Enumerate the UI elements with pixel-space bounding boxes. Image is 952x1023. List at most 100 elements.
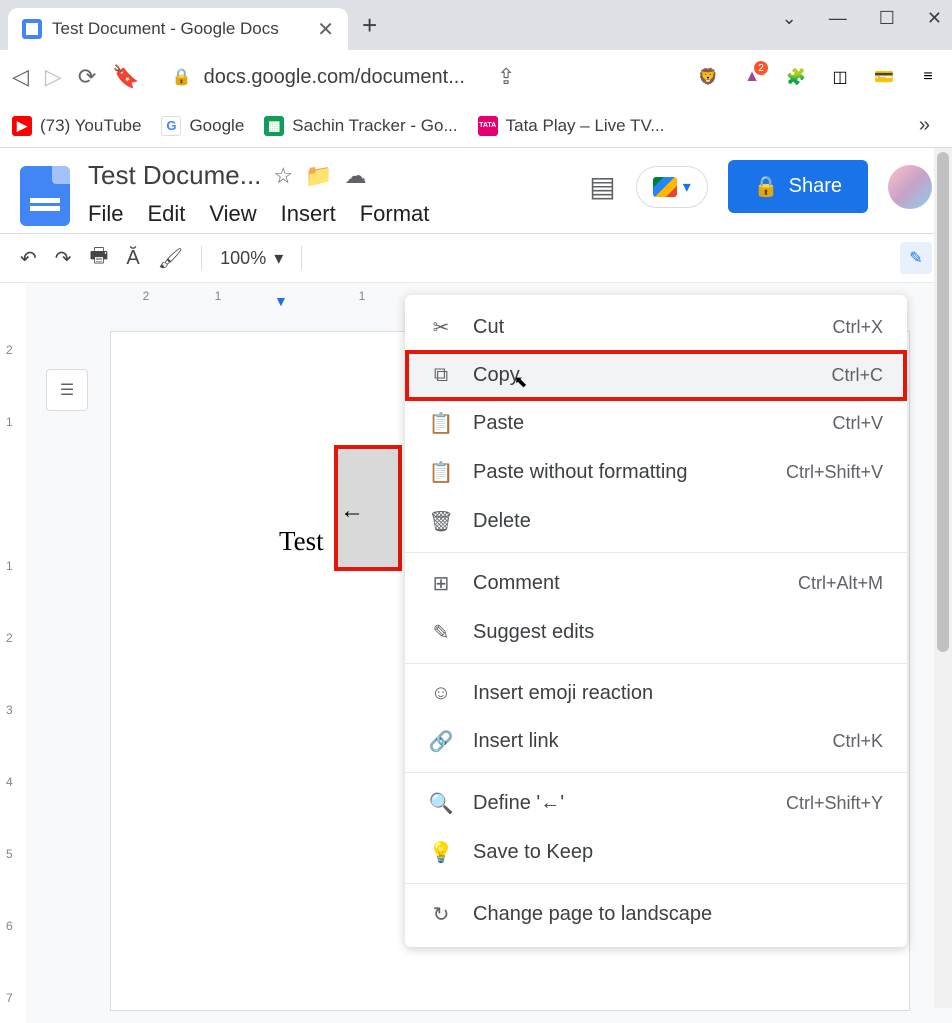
extensions-icon[interactable]: 🧩 bbox=[784, 65, 808, 89]
context-menu-item-cut[interactable]: ✂CutCtrl+X bbox=[405, 303, 907, 352]
context-menu-label: Paste bbox=[473, 412, 812, 435]
vertical-ruler[interactable]: 2 1 1 2 3 4 5 6 7 bbox=[0, 283, 26, 1023]
bookmarks-overflow-icon[interactable]: » bbox=[919, 114, 930, 137]
cloud-status-icon[interactable]: ☁ bbox=[345, 163, 367, 189]
bookmark-google[interactable]: G Google bbox=[161, 116, 244, 136]
side-panel-icon[interactable]: ◫ bbox=[828, 65, 852, 89]
context-menu-item-insert-emoji-reaction[interactable]: ☺ Insert emoji reaction bbox=[405, 670, 907, 717]
context-menu-shortcut: Ctrl+Alt+M bbox=[798, 573, 883, 594]
copy-icon: ⧉ bbox=[429, 364, 453, 387]
context-menu-label: Insert emoji reaction bbox=[473, 682, 863, 705]
undo-icon[interactable]: ↶ bbox=[20, 246, 37, 271]
toolbar: ↶ ↷ 🖶 Ă 🖌 100% ▾ ✎ bbox=[0, 233, 952, 283]
context-menu-label: Change page to landscape bbox=[473, 903, 863, 926]
new-tab-button[interactable]: + bbox=[362, 10, 377, 41]
window-controls: ⌄ — ☐ ✕ bbox=[782, 8, 942, 29]
tab-title: Test Document - Google Docs bbox=[52, 19, 307, 39]
context-menu-item-copy[interactable]: ⧉CopyCtrl+C bbox=[405, 350, 907, 401]
docs-logo-icon[interactable] bbox=[20, 166, 70, 226]
tata-icon: TATA bbox=[478, 116, 498, 136]
maximize-icon[interactable]: ☐ bbox=[879, 8, 895, 29]
context-menu-shortcut: Ctrl+Shift+Y bbox=[786, 793, 883, 814]
context-menu-item-paste[interactable]: 📋 Paste Ctrl+V bbox=[405, 399, 907, 448]
indent-marker-icon[interactable]: ▼ bbox=[274, 293, 288, 309]
zoom-value: 100% bbox=[220, 248, 266, 269]
separator bbox=[405, 883, 907, 884]
save-to-keep-icon: 💡 bbox=[429, 840, 453, 865]
document-text[interactable]: Test bbox=[279, 526, 324, 557]
paint-format-icon[interactable]: 🖌 bbox=[158, 246, 183, 271]
brave-rewards-icon[interactable]: ▲ bbox=[740, 65, 764, 89]
comment-icon: ⊞ bbox=[429, 571, 453, 596]
suggest-edits-icon: ✎ bbox=[429, 620, 453, 645]
share-button[interactable]: 🔒 Share bbox=[728, 160, 868, 213]
reload-button[interactable]: ⟳ bbox=[78, 64, 96, 90]
insert-emoji-reaction-icon: ☺ bbox=[429, 682, 453, 705]
horizontal-ruler[interactable]: 2 1 1 ▼ bbox=[110, 283, 398, 309]
paste-icon: 📋 bbox=[429, 411, 453, 436]
browser-chrome: Test Document - Google Docs ✕ + ⌄ — ☐ ✕ … bbox=[0, 0, 952, 148]
account-avatar[interactable] bbox=[888, 165, 932, 209]
context-menu-label: Delete bbox=[473, 510, 863, 533]
context-menu-item-delete[interactable]: 🗑 Delete bbox=[405, 497, 907, 546]
bookmark-youtube[interactable]: ▶ (73) YouTube bbox=[12, 116, 141, 136]
context-menu-label: Comment bbox=[473, 572, 778, 595]
menu-edit[interactable]: Edit bbox=[147, 201, 185, 227]
bookmark-tata[interactable]: TATA Tata Play – Live TV... bbox=[478, 116, 665, 136]
menu-insert[interactable]: Insert bbox=[281, 201, 336, 227]
separator bbox=[201, 246, 202, 270]
redo-icon[interactable]: ↷ bbox=[55, 246, 72, 271]
menu-format[interactable]: Format bbox=[360, 201, 430, 227]
context-menu-shortcut: Ctrl+X bbox=[832, 317, 883, 338]
context-menu-item-define-[interactable]: 🔍Define '←'Ctrl+Shift+Y bbox=[405, 779, 907, 828]
editing-mode-icon[interactable]: ✎ bbox=[900, 242, 932, 274]
change-page-to-landscape-icon: ↻ bbox=[429, 902, 453, 927]
docs-favicon bbox=[22, 19, 42, 39]
address-bar[interactable]: 🔒 docs.google.com/document... bbox=[156, 66, 481, 89]
document-title[interactable]: Test Docume... bbox=[88, 160, 261, 191]
close-tab-icon[interactable]: ✕ bbox=[317, 17, 334, 42]
spellcheck-icon[interactable]: Ă bbox=[126, 247, 139, 270]
bookmark-label: (73) YouTube bbox=[40, 116, 141, 136]
tab-strip: Test Document - Google Docs ✕ + ⌄ — ☐ ✕ bbox=[0, 0, 952, 50]
context-menu-item-change-page-to-landscape[interactable]: ↻ Change page to landscape bbox=[405, 890, 907, 939]
context-menu-shortcut: Ctrl+V bbox=[832, 413, 883, 434]
context-menu-item-comment[interactable]: ⊞ Comment Ctrl+Alt+M bbox=[405, 559, 907, 608]
back-button[interactable]: ◁ bbox=[12, 64, 29, 90]
cut-icon: ✂ bbox=[429, 315, 453, 340]
context-menu-item-suggest-edits[interactable]: ✎Suggest edits bbox=[405, 608, 907, 657]
bookmark-icon[interactable]: 🔖 bbox=[112, 64, 139, 90]
chevron-down-icon[interactable]: ⌄ bbox=[782, 8, 797, 29]
paste-without-formatting-icon: 📋 bbox=[429, 460, 453, 485]
context-menu-item-save-to-keep[interactable]: 💡 Save to Keep bbox=[405, 828, 907, 877]
menu-file[interactable]: File bbox=[88, 201, 123, 227]
separator bbox=[405, 552, 907, 553]
context-menu-label: Define '←' bbox=[473, 792, 766, 815]
meet-button[interactable]: ▾ bbox=[636, 166, 708, 208]
menu-view[interactable]: View bbox=[209, 201, 256, 227]
context-menu-label: Save to Keep bbox=[473, 841, 863, 864]
brave-shield-icon[interactable]: 🦁 bbox=[696, 65, 720, 89]
minimize-icon[interactable]: — bbox=[829, 8, 847, 29]
delete-icon: 🗑 bbox=[429, 509, 453, 534]
browser-tab[interactable]: Test Document - Google Docs ✕ bbox=[8, 8, 348, 50]
vertical-scrollbar[interactable] bbox=[934, 148, 952, 1008]
print-icon[interactable]: 🖶 bbox=[90, 241, 109, 275]
lock-icon: 🔒 bbox=[172, 67, 192, 87]
chevron-down-icon: ▾ bbox=[274, 248, 283, 269]
outline-toggle-icon[interactable]: ☰ bbox=[46, 369, 88, 411]
context-menu-item-paste-without-formatting[interactable]: 📋Paste without formattingCtrl+Shift+V bbox=[405, 448, 907, 497]
menu-icon[interactable]: ≡ bbox=[916, 65, 940, 89]
comments-icon[interactable]: ▤ bbox=[589, 170, 615, 203]
context-menu: ✂CutCtrl+X⧉CopyCtrl+C 📋 Paste Ctrl+V 📋Paste … bbox=[405, 295, 907, 947]
close-window-icon[interactable]: ✕ bbox=[927, 8, 942, 29]
star-icon[interactable]: ☆ bbox=[273, 163, 293, 189]
bookmark-sheets[interactable]: ▦ Sachin Tracker - Go... bbox=[264, 116, 457, 136]
context-menu-shortcut: Ctrl+K bbox=[832, 731, 883, 752]
wallet-icon[interactable]: 💳 bbox=[872, 65, 896, 89]
share-url-icon[interactable]: ⇪ bbox=[497, 64, 515, 90]
zoom-select[interactable]: 100% ▾ bbox=[220, 248, 283, 269]
url-text: docs.google.com/document... bbox=[204, 66, 465, 89]
context-menu-item-insert-link[interactable]: 🔗Insert linkCtrl+K bbox=[405, 717, 907, 766]
move-icon[interactable]: 📁 bbox=[305, 163, 332, 189]
